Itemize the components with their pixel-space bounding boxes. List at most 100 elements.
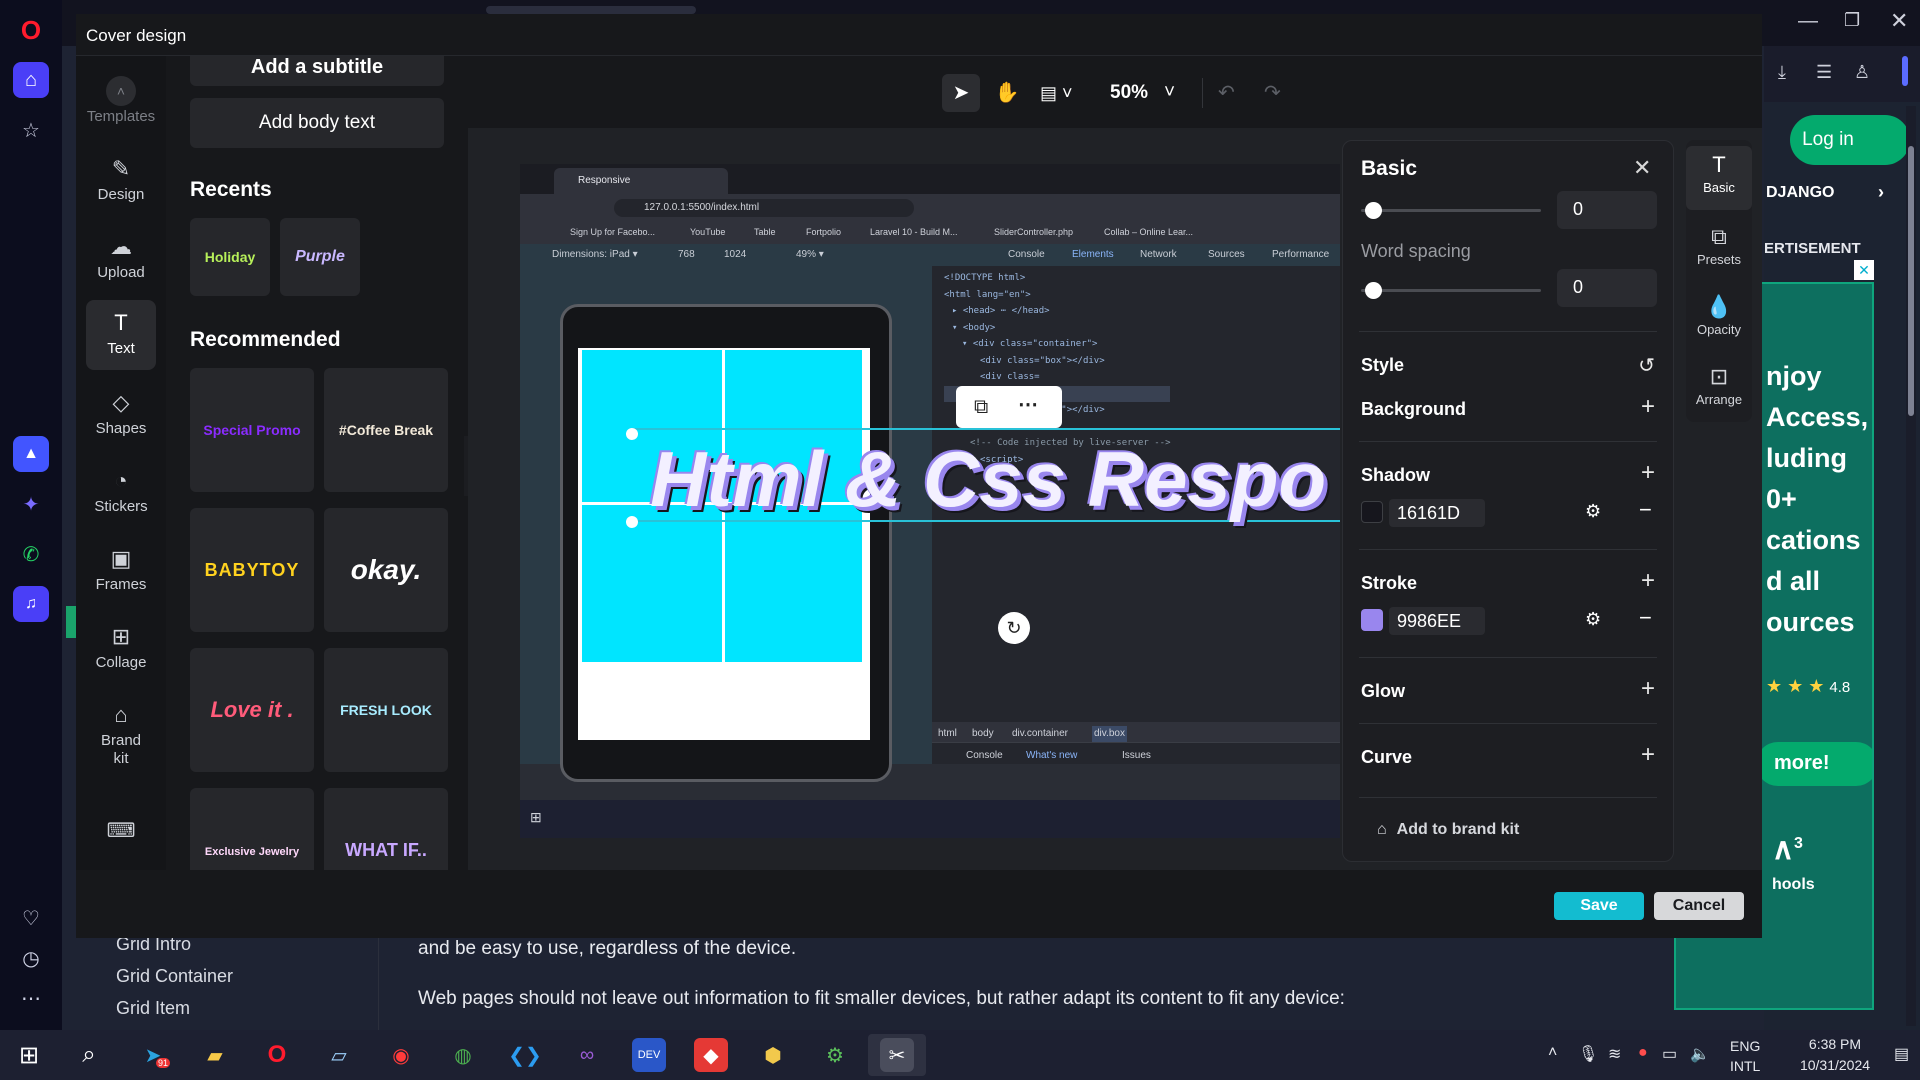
resize-handle[interactable]: [626, 428, 638, 440]
cancel-button[interactable]: Cancel: [1654, 892, 1744, 920]
keyboard-shortcuts-icon[interactable]: ⌨: [86, 818, 156, 843]
notifications-icon[interactable]: ▤: [1894, 1044, 1909, 1064]
add-shadow-icon[interactable]: +: [1641, 459, 1655, 487]
resize-handle[interactable]: [626, 516, 638, 528]
add-stroke-icon[interactable]: +: [1641, 567, 1655, 595]
whatsapp-icon[interactable]: ✆: [13, 536, 49, 572]
anydesk-icon[interactable]: ◆: [694, 1038, 728, 1072]
rail-item-text[interactable]: T Text: [86, 300, 156, 370]
headline-text[interactable]: Html & Css Respo: [650, 434, 1326, 525]
template-love-it[interactable]: Love it .: [190, 648, 314, 772]
aria-icon[interactable]: ▲: [13, 436, 49, 472]
nav-item-grid-item[interactable]: Grid Item: [116, 998, 190, 1019]
menu-icon[interactable]: ☰: [1816, 62, 1832, 83]
stroke-color-swatch[interactable]: [1361, 609, 1383, 631]
template-babytoy[interactable]: BABYTOY: [190, 508, 314, 632]
rail-item-design[interactable]: ✎ Design: [86, 156, 156, 203]
add-curve-icon[interactable]: +: [1641, 741, 1655, 769]
wifi-icon[interactable]: ≋: [1608, 1044, 1621, 1064]
rotate-icon[interactable]: ↻: [998, 612, 1030, 644]
template-coffee-break[interactable]: #Coffee Break: [324, 368, 448, 492]
rail-opacity[interactable]: 💧 Opacity: [1686, 294, 1752, 337]
stroke-color-field[interactable]: 9986EE: [1389, 607, 1485, 635]
select-tool-icon[interactable]: ➤: [942, 74, 980, 112]
page-scrollbar[interactable]: [1906, 106, 1916, 1026]
template-special-promo[interactable]: Special Promo: [190, 368, 314, 492]
rail-item-collage[interactable]: ⊞ Collage: [86, 624, 156, 671]
slider-thumb[interactable]: [1365, 202, 1382, 219]
layout-icon[interactable]: ▤ ˅: [1040, 74, 1088, 112]
rail-basic[interactable]: T Basic: [1686, 146, 1752, 210]
messenger-icon[interactable]: ✦: [13, 486, 49, 522]
django-nav[interactable]: DJANGO ›: [1764, 178, 1904, 212]
rail-item-shapes[interactable]: ◇ Shapes: [86, 390, 156, 437]
devtools-app-icon[interactable]: DEV: [632, 1038, 666, 1072]
file-explorer-icon[interactable]: ▰: [198, 1038, 232, 1072]
minimize-icon[interactable]: —: [1798, 10, 1818, 33]
word-spacing-slider[interactable]: [1361, 282, 1541, 299]
slider-thumb[interactable]: [1365, 282, 1382, 299]
microphone-icon[interactable]: 🎙: [1578, 1044, 1598, 1064]
history-clock-icon[interactable]: ◷: [13, 940, 49, 976]
template-what-if[interactable]: WHAT IF..: [324, 788, 448, 870]
visual-studio-icon[interactable]: ∞: [570, 1038, 604, 1072]
hand-tool-icon[interactable]: ✋: [988, 74, 1026, 112]
rail-item-stickers[interactable]: ◔ Stickers: [86, 468, 156, 515]
close-panel-icon[interactable]: ✕: [1633, 155, 1651, 181]
opera-logo-icon[interactable]: O: [13, 12, 49, 48]
nav-item-grid-container[interactable]: Grid Container: [116, 966, 233, 987]
remove-stroke-icon[interactable]: −: [1639, 605, 1652, 631]
heart-icon[interactable]: ♡: [13, 900, 49, 936]
ad-more-button[interactable]: more!: [1756, 742, 1872, 786]
language-indicator[interactable]: ENG INTL: [1730, 1036, 1760, 1076]
chrome-icon[interactable]: ◍: [446, 1038, 480, 1072]
bookmarks-star-icon[interactable]: ☆: [13, 112, 49, 148]
more-dots-icon[interactable]: ⋯: [13, 980, 49, 1016]
browser-tab[interactable]: [486, 6, 696, 14]
restore-icon[interactable]: ❐: [1844, 10, 1860, 31]
letter-spacing-slider[interactable]: [1361, 202, 1541, 219]
search-icon[interactable]: ⌕: [72, 1038, 106, 1072]
opera-icon[interactable]: O: [260, 1038, 294, 1072]
template-exclusive-jewelry[interactable]: Exclusive Jewelry: [190, 788, 314, 870]
home-icon[interactable]: ⌂: [13, 62, 49, 98]
rail-item-templates[interactable]: ˄ Templates: [86, 76, 156, 125]
recent-purple[interactable]: Purple: [280, 218, 360, 296]
undo-icon[interactable]: ↶: [1218, 80, 1235, 105]
rail-presets[interactable]: ⧉ Presets: [1686, 224, 1752, 267]
add-body-text-button[interactable]: Add body text: [190, 98, 444, 148]
windows-start-icon[interactable]: ⊞: [12, 1038, 46, 1072]
download-icon[interactable]: ⤓: [1778, 62, 1786, 83]
recent-holiday[interactable]: Holiday: [190, 218, 270, 296]
shadow-color-field[interactable]: 16161D: [1389, 499, 1485, 527]
word-spacing-field[interactable]: 0: [1557, 269, 1657, 307]
python-icon[interactable]: ⚙: [818, 1038, 852, 1072]
close-window-icon[interactable]: ✕: [1890, 8, 1908, 34]
redo-icon[interactable]: ↷: [1264, 80, 1281, 105]
shadow-settings-icon[interactable]: ⚙: [1585, 501, 1601, 522]
template-fresh-look[interactable]: FRESH LOOK: [324, 648, 448, 772]
shadow-color-swatch[interactable]: [1361, 501, 1383, 523]
add-background-icon[interactable]: +: [1641, 393, 1655, 421]
save-button[interactable]: Save: [1554, 892, 1644, 920]
template-okay[interactable]: okay.: [324, 508, 448, 632]
zoom-dropdown[interactable]: 50% ˅: [1110, 82, 1190, 104]
more-options-icon[interactable]: ⋯: [1018, 392, 1038, 417]
ad-close-icon[interactable]: ✕: [1854, 260, 1874, 280]
notes-icon[interactable]: ▱: [322, 1038, 356, 1072]
letter-spacing-field[interactable]: 0: [1557, 191, 1657, 229]
profile-icon[interactable]: ♙: [1854, 62, 1870, 83]
telegram-icon[interactable]: ➤ 91: [136, 1038, 171, 1072]
add-subtitle-button[interactable]: Add a subtitle: [190, 56, 444, 86]
cube-app-icon[interactable]: ⬢: [756, 1038, 790, 1072]
rail-item-frames[interactable]: ▣ Frames: [86, 546, 156, 593]
tray-chevron-icon[interactable]: ˄: [1548, 1044, 1557, 1062]
add-glow-icon[interactable]: +: [1641, 675, 1655, 703]
vscode-icon[interactable]: ❮❯: [508, 1038, 542, 1072]
reset-style-icon[interactable]: ↺: [1638, 353, 1655, 378]
battery-icon[interactable]: ▭: [1662, 1044, 1677, 1064]
recorder-icon[interactable]: ◉: [384, 1038, 418, 1072]
rail-arrange[interactable]: ⊡ Arrange: [1686, 364, 1752, 407]
duplicate-icon[interactable]: ⧉: [974, 396, 988, 419]
canvas-image[interactable]: Responsive 127.0.0.1:5500/index.html Sig…: [520, 164, 1340, 838]
